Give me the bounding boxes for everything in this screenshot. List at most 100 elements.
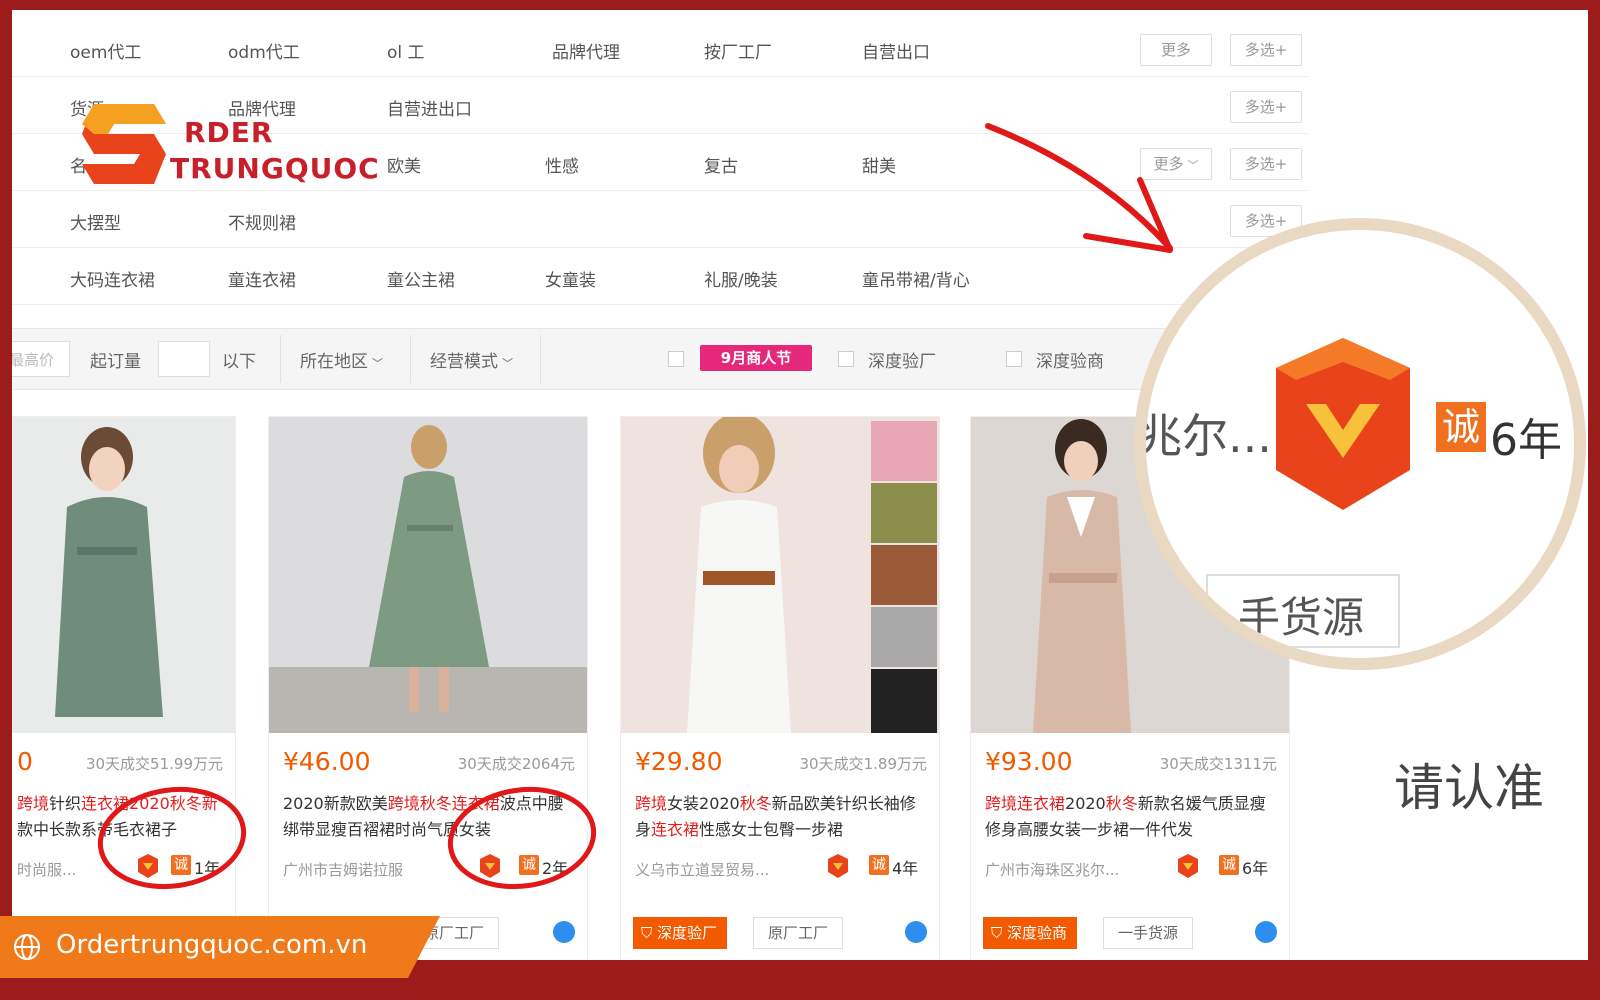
trust-shield-icon [828,854,848,878]
divider [280,335,281,383]
filter-option[interactable]: 女童装 [545,266,596,291]
membership-years: 1年 [194,859,221,878]
shop-name[interactable]: 广州市海珠区兆尔... [985,859,1119,880]
filter-option[interactable]: 礼服/晚装 [704,266,778,291]
product-image[interactable] [621,417,939,733]
deep-merchant-tag: ⛉ 深度验商 [983,917,1078,949]
max-price-placeholder: 最高价 [12,351,55,369]
first-hand-source-tag: 一手货源 [1103,917,1194,949]
filter-option[interactable]: 欧美 [387,152,421,177]
membership-years: 2年 [542,859,569,878]
filter-option[interactable]: 复古 [704,152,738,177]
max-price-input[interactable]: 最高价 [12,341,70,377]
cheng-badge-icon: 诚 [171,855,191,875]
sales-volume: 30天成交2064元 [457,755,575,773]
chat-icon[interactable] [553,921,575,943]
multi-select-button[interactable]: 多选+ [1230,34,1302,66]
product-card[interactable]: 0 30天成交51.99万元 跨境针织连衣裙2020秋冬新款中长款系带毛衣裙子 … [12,416,236,960]
business-mode-dropdown[interactable]: 经营模式 ﹀ [430,347,513,372]
filter-option[interactable]: oem代工 [70,38,141,63]
zoom-magnifier: 兆尔... 诚 6年 手货源 [1134,218,1586,670]
filter-row-shape: 大摆型 不规则裙 多选+ [12,191,1308,248]
sales-volume: 30天成交1311元 [1159,755,1277,773]
zoomed-years: 6年 [1490,415,1562,466]
filter-option[interactable]: 自营进出口 [387,95,472,120]
more-button[interactable]: 更多 ﹀ [1140,148,1212,180]
product-card[interactable]: ¥29.80 30天成交1.89万元 跨境女装2020秋冬新品欧美针织长袖修身连… [620,416,940,960]
deep-factory-checkbox[interactable] [838,351,854,367]
zoomed-source-tag: 手货源 [1238,593,1365,642]
ordertrungquoc-logo: RDER TRUNGQUOC [74,94,379,194]
deep-factory-label: 深度验厂 [868,352,936,372]
product-title[interactable]: 2020新款欧美跨境秋冬连衣裙波点中腰绑带显瘦百褶裙时尚气质女装 [283,791,577,843]
promo-checkbox[interactable] [668,351,684,367]
moq-input[interactable] [158,341,210,377]
filter-option[interactable]: odm代工 [228,38,300,63]
filter-option[interactable]: 童连衣裙 [228,266,296,291]
moq-suffix: 以下 [222,352,256,372]
filter-option[interactable]: 品牌代理 [552,38,620,63]
trust-shield-icon [1178,854,1198,878]
filter-option[interactable]: 按厂工厂 [704,38,772,63]
deep-merchant-checkbox[interactable] [1006,351,1022,367]
filter-option[interactable]: 自营出口 [862,38,930,63]
trust-shield-large-icon [1276,338,1410,510]
filter-option[interactable]: 童吊带裙/背心 [862,266,970,291]
sort-bar: 最高价 起订量 以下 所在地区 ﹀ 经营模式 ﹀ 9月商人节 深度验厂 深度验商 [12,328,1308,390]
filter-option[interactable]: 大摆型 [70,209,121,234]
product-price: 0 [17,747,33,776]
chat-icon[interactable] [905,921,927,943]
filter-row-service: oem代工 odm代工 ol 工 品牌代理 按厂工厂 自营出口 更多 多选+ [12,20,1308,77]
shield-check-icon: ⛉ [641,924,658,942]
divider [540,335,541,383]
sales-volume: 30天成交51.99万元 [85,755,223,773]
globe-icon [14,934,40,960]
product-title[interactable]: 跨境针织连衣裙2020秋冬新款中长款系带毛衣裙子 [17,791,227,843]
trust-shield-icon [480,854,500,878]
region-dropdown[interactable]: 所在地区 ﹀ [300,347,383,372]
multi-select-button[interactable]: 多选+ [1230,91,1302,123]
filter-option[interactable]: 童公主裙 [387,266,455,291]
more-button[interactable]: 更多 [1140,34,1212,66]
product-image[interactable] [12,417,235,733]
zoomed-shop-name: 兆尔... [1136,409,1272,463]
chevron-down-icon: ﹀ [502,357,513,370]
chevron-down-icon: ﹀ [1187,159,1199,172]
filter-row-related: 大码连衣裙 童连衣裙 童公主裙 女童装 礼服/晚装 童吊带裙/背心 [12,248,1308,305]
chevron-down-icon: ﹀ [372,357,383,370]
product-price: ¥46.00 [283,747,371,776]
shield-check-icon: ⛉ [991,924,1008,942]
callout-text: 请认准 [1394,759,1544,817]
promo-badge: 9月商人节 [700,345,812,371]
membership-years: 4年 [892,859,919,878]
product-title[interactable]: 跨境女装2020秋冬新品欧美针织长袖修身连衣裙性感女士包臀一步裙 [635,791,929,843]
trust-shield-icon [138,854,158,878]
multi-select-button[interactable]: 多选+ [1230,148,1302,180]
cheng-badge-icon: 诚 [519,855,539,875]
site-url: Ordertrungquoc.com.vn [56,930,368,960]
chat-icon[interactable] [1255,921,1277,943]
product-price: ¥29.80 [635,747,723,776]
filter-option[interactable]: 大码连衣裙 [70,266,155,291]
shop-name[interactable]: 义乌市立道昱贸易... [635,859,769,880]
product-title[interactable]: 跨境连衣裙2020秋冬新款名媛气质显瘦修身高腰女装一步裙一件代发 [985,791,1279,843]
divider [410,335,411,383]
filter-option[interactable]: 甜美 [862,152,896,177]
product-card[interactable]: ¥46.00 30天成交2064元 2020新款欧美跨境秋冬连衣裙波点中腰绑带显… [268,416,588,960]
site-url-banner: Ordertrungquoc.com.vn [0,916,440,978]
filter-option[interactable]: 不规则裙 [228,209,296,234]
moq-label: 起订量 [90,352,141,372]
deep-factory-tag: ⛉ 深度验厂 [633,917,728,949]
product-image[interactable] [269,417,587,733]
filter-option[interactable]: ol 工 [387,38,425,63]
cheng-badge-icon: 诚 [869,855,889,875]
cheng-badge-icon: 诚 [1219,855,1239,875]
cheng-badge-large-icon: 诚 [1436,402,1486,452]
membership-years: 6年 [1242,859,1269,878]
shop-name[interactable]: 广州市吉姆诺拉服 [283,859,403,880]
shop-name[interactable]: 时尚服... [17,859,76,880]
zoomed-tag-box: 手货源 [1206,574,1400,648]
original-factory-tag: 原厂工厂 [753,917,844,949]
deep-merchant-label: 深度验商 [1036,352,1104,372]
filter-option[interactable]: 性感 [545,152,579,177]
